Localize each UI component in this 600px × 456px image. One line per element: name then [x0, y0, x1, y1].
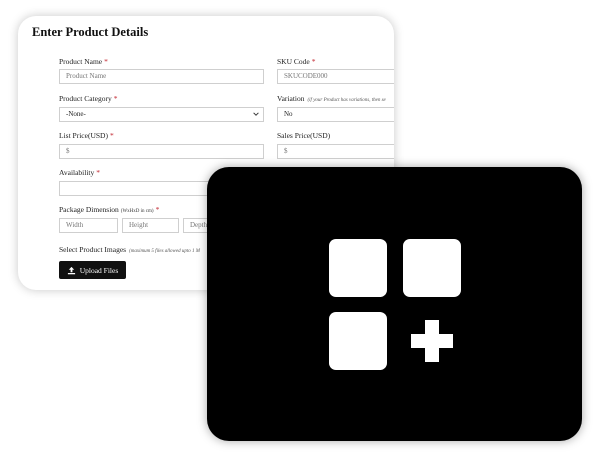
required-mark: *	[113, 94, 118, 103]
app-tile-top-left	[329, 239, 387, 297]
height-input[interactable]: Height	[122, 218, 179, 233]
required-mark: *	[104, 57, 108, 66]
upload-files-label: Upload Files	[79, 265, 119, 275]
required-mark: *	[96, 168, 101, 177]
variation-label: Variation (if your Product has variations…	[277, 94, 386, 103]
product-category-label: Product Category *	[59, 94, 118, 103]
upload-files-button[interactable]: Upload Files	[59, 261, 126, 279]
product-name-input[interactable]: Product Name	[59, 69, 264, 84]
form-title: Enter Product Details	[32, 25, 149, 39]
sku-code-input[interactable]: SKUCODE000	[277, 69, 394, 84]
product-images-hint: (maximum 5 files allowed upto 1 M	[129, 249, 200, 254]
product-name-label: Product Name *	[59, 57, 108, 66]
plus-icon	[411, 320, 453, 362]
package-dimension-label: Package Dimension (WxHxD in cm) *	[59, 205, 160, 214]
list-price-input[interactable]: $	[59, 144, 264, 159]
availability-label: Availability *	[59, 168, 101, 177]
app-tile-top-right	[403, 239, 461, 297]
required-mark: *	[311, 57, 316, 66]
width-input[interactable]: Width	[59, 218, 118, 233]
add-apps-overlay	[207, 167, 582, 441]
sales-price-label: Sales Price(USD)	[277, 131, 331, 140]
required-mark: *	[155, 205, 160, 214]
sales-price-input[interactable]: $	[277, 144, 394, 159]
product-images-label: Select Product Images (maximum 5 files al…	[59, 245, 200, 254]
required-mark: *	[109, 131, 114, 140]
upload-icon	[67, 266, 75, 274]
variation-select[interactable]: No	[277, 107, 394, 122]
chevron-down-icon	[253, 112, 259, 116]
app-tile-bottom-left	[329, 312, 387, 370]
variation-hint: (if your Product has variations, then se	[307, 98, 386, 103]
list-price-label: List Price(USD) *	[59, 131, 114, 140]
package-dimension-unit: (WxHxD in cm)	[120, 209, 154, 214]
sku-code-label: SKU Code *	[277, 57, 316, 66]
product-category-select[interactable]: -None-	[59, 107, 264, 122]
